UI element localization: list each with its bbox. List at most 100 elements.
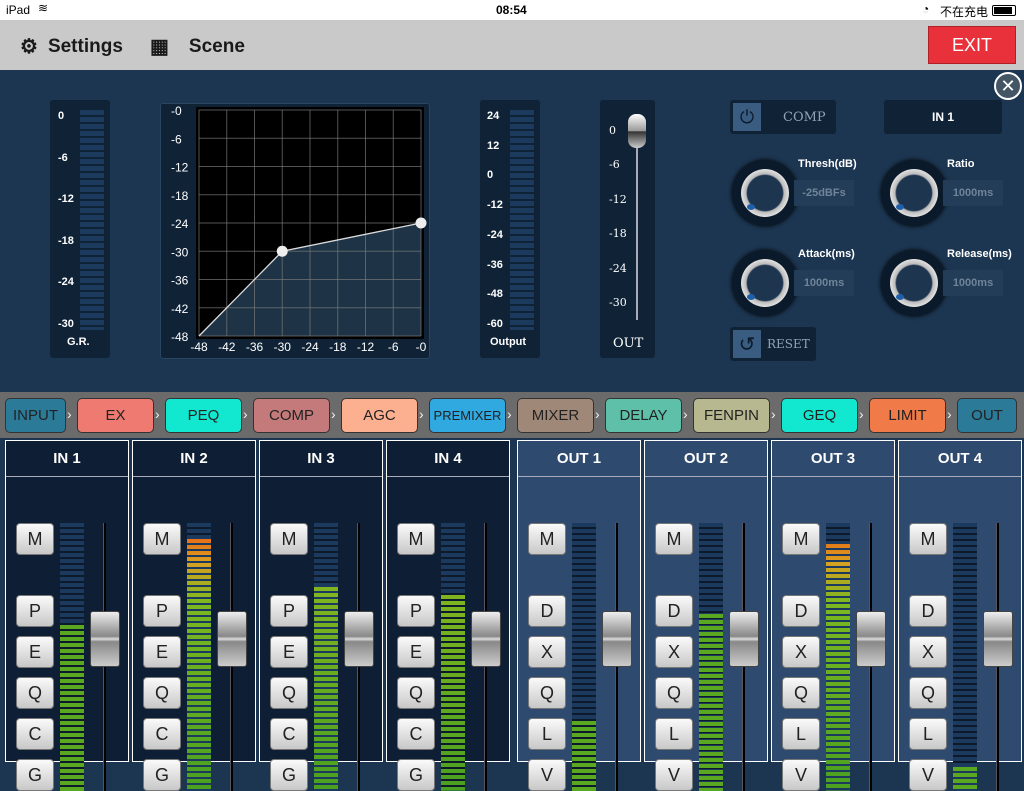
chain-input-button[interactable]: INPUT bbox=[5, 398, 66, 433]
e-button[interactable]: E bbox=[270, 636, 308, 668]
q-button[interactable]: Q bbox=[782, 677, 820, 709]
p-button[interactable]: P bbox=[16, 595, 54, 627]
l-button[interactable]: L bbox=[909, 718, 947, 750]
chain-comp-button[interactable]: COMP bbox=[253, 398, 330, 433]
q-button[interactable]: Q bbox=[909, 677, 947, 709]
v-button[interactable]: V bbox=[782, 759, 820, 791]
d-button[interactable]: D bbox=[782, 595, 820, 627]
transfer-curve-svg[interactable]: -0 -6 -12 -18 -24 -30 -36 -42 -48-48 -42 -36 -30 -24… bbox=[161, 104, 431, 360]
q-button[interactable]: Q bbox=[270, 677, 308, 709]
q-button[interactable]: Q bbox=[397, 677, 435, 709]
release-value[interactable]: 1000ms bbox=[943, 270, 1003, 296]
x-button[interactable]: X bbox=[528, 636, 566, 668]
m-button[interactable]: M bbox=[782, 523, 820, 555]
chain-limit-button[interactable]: LIMIT bbox=[869, 398, 946, 433]
curve-point[interactable] bbox=[415, 217, 427, 229]
attack-value[interactable]: 1000ms bbox=[794, 270, 854, 296]
g-button[interactable]: G bbox=[270, 759, 308, 791]
p-button[interactable]: P bbox=[270, 595, 308, 627]
m-button[interactable]: M bbox=[270, 523, 308, 555]
x-button[interactable]: X bbox=[909, 636, 947, 668]
close-icon[interactable]: ✕ bbox=[994, 72, 1022, 100]
tick-label: -24 bbox=[487, 228, 503, 241]
attack-knob[interactable] bbox=[732, 250, 798, 316]
v-button[interactable]: V bbox=[528, 759, 566, 791]
level-fill bbox=[314, 587, 338, 791]
m-button[interactable]: M bbox=[397, 523, 435, 555]
c-button[interactable]: C bbox=[143, 718, 181, 750]
m-button[interactable]: M bbox=[909, 523, 947, 555]
c-button[interactable]: C bbox=[397, 718, 435, 750]
chain-mixer-button[interactable]: MIXER bbox=[517, 398, 594, 433]
channel-select[interactable]: IN 1 bbox=[884, 100, 1002, 134]
gr-meter-bar bbox=[80, 110, 104, 330]
m-button[interactable]: M bbox=[143, 523, 181, 555]
chevron-right-icon: › bbox=[595, 406, 600, 422]
knob-ring bbox=[741, 259, 789, 307]
reset-button[interactable]: ↺ RESET bbox=[730, 327, 816, 361]
ratio-knob[interactable] bbox=[881, 160, 947, 226]
l-button[interactable]: L bbox=[782, 718, 820, 750]
chain-delay-button[interactable]: DELAY bbox=[605, 398, 682, 433]
d-button[interactable]: D bbox=[528, 595, 566, 627]
x-button[interactable]: X bbox=[782, 636, 820, 668]
fader-handle[interactable] bbox=[90, 611, 120, 667]
q-button[interactable]: Q bbox=[16, 677, 54, 709]
d-button[interactable]: D bbox=[909, 595, 947, 627]
curve-point[interactable] bbox=[276, 245, 288, 257]
scene-button[interactable]: ▦ Scene bbox=[150, 34, 245, 59]
out-fader[interactable]: 0 -6 -12 -18 -24 -30 OUT bbox=[600, 100, 655, 358]
chain-peq-button[interactable]: PEQ bbox=[165, 398, 242, 433]
d-button[interactable]: D bbox=[655, 595, 693, 627]
x-button[interactable]: X bbox=[655, 636, 693, 668]
fader-handle[interactable] bbox=[628, 114, 646, 148]
e-button[interactable]: E bbox=[397, 636, 435, 668]
chain-premixer-button[interactable]: PREMIXER bbox=[429, 398, 506, 433]
y-tick-label: -0 bbox=[171, 104, 182, 118]
p-button[interactable]: P bbox=[143, 595, 181, 627]
release-knob[interactable] bbox=[881, 250, 947, 316]
comp-toggle[interactable]: ⏻ COMP bbox=[730, 100, 836, 134]
p-button[interactable]: P bbox=[397, 595, 435, 627]
settings-button[interactable]: ⚙ Settings bbox=[20, 34, 123, 59]
chain-out-button[interactable]: OUT bbox=[957, 398, 1017, 433]
comp-label: COMP bbox=[783, 109, 826, 125]
q-button[interactable]: Q bbox=[528, 677, 566, 709]
fader-handle[interactable] bbox=[217, 611, 247, 667]
m-button[interactable]: M bbox=[528, 523, 566, 555]
fader-handle[interactable] bbox=[983, 611, 1013, 667]
chain-fenpin-button[interactable]: FENPIN bbox=[693, 398, 770, 433]
v-button[interactable]: V bbox=[909, 759, 947, 791]
chain-agc-button[interactable]: AGC bbox=[341, 398, 418, 433]
l-button[interactable]: L bbox=[655, 718, 693, 750]
g-button[interactable]: G bbox=[143, 759, 181, 791]
transfer-graph[interactable]: -0 -6 -12 -18 -24 -30 -36 -42 -48 -48 -42 -36 -30 -24… bbox=[160, 103, 430, 359]
fader-handle[interactable] bbox=[471, 611, 501, 667]
power-icon[interactable]: ⏻ bbox=[733, 103, 761, 131]
thresh-knob[interactable] bbox=[732, 160, 798, 226]
l-button[interactable]: L bbox=[528, 718, 566, 750]
e-button[interactable]: E bbox=[143, 636, 181, 668]
level-meter bbox=[572, 523, 596, 791]
fader-handle[interactable] bbox=[856, 611, 886, 667]
m-button[interactable]: M bbox=[16, 523, 54, 555]
g-button[interactable]: G bbox=[397, 759, 435, 791]
ratio-value[interactable]: 1000ms bbox=[943, 180, 1003, 206]
e-button[interactable]: E bbox=[16, 636, 54, 668]
v-button[interactable]: V bbox=[655, 759, 693, 791]
c-button[interactable]: C bbox=[270, 718, 308, 750]
level-fill bbox=[572, 721, 596, 791]
fader-handle[interactable] bbox=[344, 611, 374, 667]
thresh-value[interactable]: -25dBFs bbox=[794, 180, 854, 206]
exit-button[interactable]: EXIT bbox=[928, 26, 1016, 64]
chain-ex-button[interactable]: EX bbox=[77, 398, 154, 433]
chain-geq-button[interactable]: GEQ bbox=[781, 398, 858, 433]
q-button[interactable]: Q bbox=[655, 677, 693, 709]
c-button[interactable]: C bbox=[16, 718, 54, 750]
m-button[interactable]: M bbox=[655, 523, 693, 555]
g-button[interactable]: G bbox=[16, 759, 54, 791]
fader-handle[interactable] bbox=[729, 611, 759, 667]
fader-handle[interactable] bbox=[602, 611, 632, 667]
q-button[interactable]: Q bbox=[143, 677, 181, 709]
output-meter: 24 12 0 -12 -24 -36 -48 -60 Output bbox=[480, 100, 540, 358]
